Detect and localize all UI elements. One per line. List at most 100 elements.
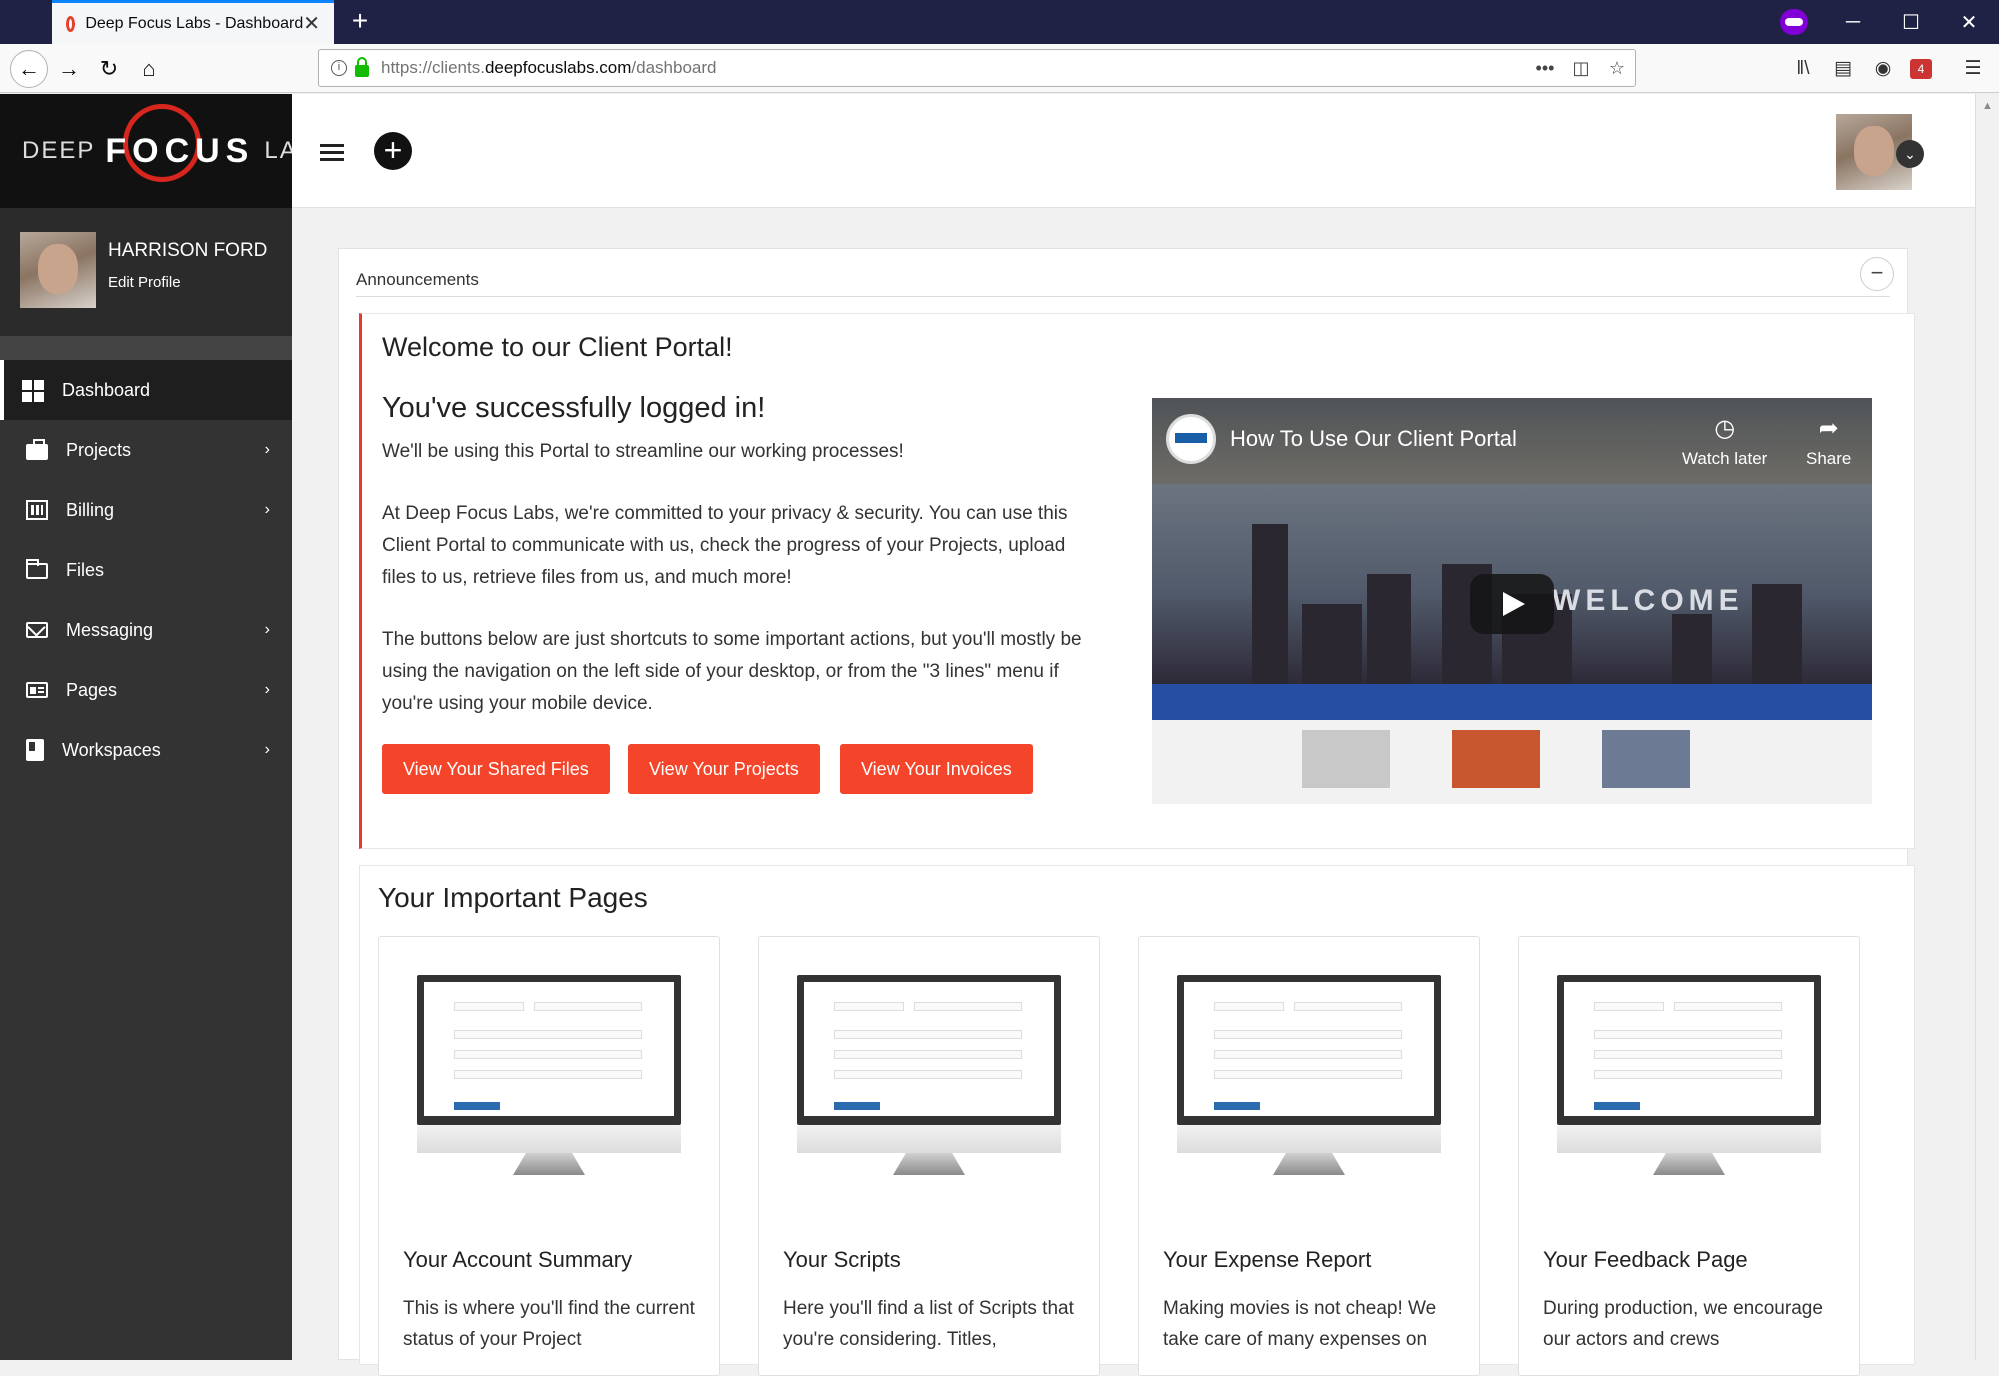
sidebar-item-billing[interactable]: Billing › xyxy=(0,480,292,540)
share-label: Share xyxy=(1806,449,1852,468)
avatar[interactable] xyxy=(20,232,96,308)
brand-logo[interactable]: DEEP FOCUS LABS xyxy=(0,94,332,208)
sidebar-item-label: Billing xyxy=(66,499,115,520)
maximize-button[interactable]: ☐ xyxy=(1883,0,1939,44)
brand-deep: DEEP xyxy=(22,137,96,164)
sidebar-item-files[interactable]: Files xyxy=(0,540,292,600)
video-welcome-text: WELCOME xyxy=(1552,584,1744,617)
view-shared-files-button[interactable]: View Your Shared Files xyxy=(382,744,610,794)
video-thumbnails-row xyxy=(1152,720,1872,804)
page-card-title[interactable]: Your Scripts xyxy=(783,1247,901,1273)
video-bluebar xyxy=(1152,684,1872,720)
sidebar-item-projects[interactable]: Projects › xyxy=(0,420,292,480)
minimize-button[interactable]: ─ xyxy=(1825,0,1881,44)
briefcase-icon xyxy=(26,439,48,460)
url-domain: deepfocuslabs.com xyxy=(484,58,632,77)
new-tab-button[interactable]: + xyxy=(344,6,376,38)
folder-icon xyxy=(26,559,48,579)
sidebar-divider xyxy=(0,336,292,360)
profile-name: HARRISON FORD xyxy=(108,240,268,261)
announcements-card: Announcements − Welcome to our Client Po… xyxy=(338,248,1915,1376)
chevron-down-icon[interactable]: ⌄ xyxy=(1896,140,1924,168)
sidebar-item-pages[interactable]: Pages › xyxy=(0,660,292,720)
page-card-scripts[interactable]: Your Scripts Here you'll find a list of … xyxy=(758,936,1100,1376)
url-text[interactable]: https://clients.deepfocuslabs.com/dashbo… xyxy=(381,58,1527,78)
view-invoices-button[interactable]: View Your Invoices xyxy=(840,744,1033,794)
building-icon xyxy=(26,500,48,520)
hamburger-menu-icon[interactable]: ☰ xyxy=(1960,56,1986,82)
addon-icon[interactable]: 4 xyxy=(1910,59,1932,79)
library-icon[interactable]: ‖\ xyxy=(1790,56,1816,82)
page-actions-icon[interactable]: ••• xyxy=(1527,58,1563,79)
sidebar-item-label: Projects xyxy=(66,439,132,460)
addon-badge: 4 xyxy=(1917,62,1925,76)
bookmark-star-icon[interactable]: ☆ xyxy=(1599,58,1635,79)
lock-icon xyxy=(355,57,369,77)
announcement-paragraph: We'll be using this Portal to streamline… xyxy=(382,441,904,462)
profile-panel: HARRISON FORD Edit Profile xyxy=(0,208,292,336)
menu-toggle-icon[interactable] xyxy=(320,144,344,162)
browser-tab-bar: Deep Focus Labs - Dashboard ✕ + ─ ☐ ✕ xyxy=(0,0,1999,44)
video-player[interactable]: WELCOME How To Use Our Client Portal ◷ Wa… xyxy=(1152,398,1872,804)
important-pages-section: Your Important Pages Your Account Summar… xyxy=(359,865,1915,1376)
scroll-up-icon[interactable]: ▲ xyxy=(1982,100,1993,112)
monitor-icon xyxy=(1177,975,1441,1175)
video-title[interactable]: How To Use Our Client Portal xyxy=(1230,426,1517,452)
pocket-icon[interactable]: ◫ xyxy=(1563,58,1599,79)
page-card-desc: During production, we encourage our acto… xyxy=(1543,1298,1823,1350)
collapse-button[interactable]: − xyxy=(1860,257,1894,291)
page-card-feedback[interactable]: Your Feedback Page During production, we… xyxy=(1518,936,1860,1376)
chevron-right-icon: › xyxy=(264,741,270,758)
sidebar-item-messaging[interactable]: Messaging › xyxy=(0,600,292,660)
tab-title: Deep Focus Labs - Dashboard xyxy=(85,14,304,32)
site-info-icon[interactable]: i xyxy=(331,60,347,76)
envelope-icon xyxy=(26,622,48,638)
page-card-account-summary[interactable]: Your Account Summary This is where you'l… xyxy=(378,936,720,1376)
back-arrow-icon[interactable]: ← xyxy=(10,50,48,88)
share-button[interactable]: ➦ Share xyxy=(1806,414,1851,469)
tab-close-icon[interactable]: ✕ xyxy=(303,11,320,36)
announcement-paragraph: The buttons below are just shortcuts to … xyxy=(382,629,1082,714)
sidebar: DEEP FOCUS LABS HARRISON FORD Edit Profi… xyxy=(0,94,332,1360)
page-card-title[interactable]: Your Feedback Page xyxy=(1543,1247,1748,1273)
page-card-title[interactable]: Your Expense Report xyxy=(1163,1247,1371,1273)
close-window-button[interactable]: ✕ xyxy=(1941,0,1997,44)
url-path: /dashboard xyxy=(631,58,717,77)
sidebar-item-label: Pages xyxy=(66,679,118,700)
announcement-box: Welcome to our Client Portal! You've suc… xyxy=(359,313,1915,849)
login-subtitle: You've successfully logged in! xyxy=(382,392,766,424)
account-icon[interactable]: ◉ xyxy=(1870,56,1896,82)
add-new-button[interactable]: + xyxy=(374,132,412,170)
edit-profile-link[interactable]: Edit Profile xyxy=(108,274,267,291)
chevron-right-icon: › xyxy=(264,441,270,458)
browser-tab[interactable]: Deep Focus Labs - Dashboard ✕ xyxy=(52,0,334,44)
sidebar-item-workspaces[interactable]: Workspaces › xyxy=(0,720,292,780)
forward-arrow-icon[interactable]: → xyxy=(52,52,86,86)
brand-focus: FOCUS xyxy=(105,103,254,182)
chevron-right-icon: › xyxy=(264,681,270,698)
browser-nav-bar: ← → ↻ ⌂ i https://clients.deepfocuslabs.… xyxy=(0,44,1999,93)
channel-logo[interactable] xyxy=(1166,414,1216,464)
chevron-right-icon: › xyxy=(264,501,270,518)
view-projects-button[interactable]: View Your Projects xyxy=(628,744,820,794)
workspace-icon xyxy=(26,739,44,761)
page-card-expense-report[interactable]: Your Expense Report Making movies is not… xyxy=(1138,936,1480,1376)
watch-later-button[interactable]: ◷ Watch later xyxy=(1682,414,1767,469)
sidebar-toggle-icon[interactable]: ▤ xyxy=(1830,56,1856,82)
chevron-right-icon: › xyxy=(264,621,270,638)
page-scrollbar[interactable]: ▲ xyxy=(1975,94,1999,1360)
reload-icon[interactable]: ↻ xyxy=(92,52,126,86)
play-button[interactable] xyxy=(1470,574,1554,634)
announcement-paragraph: At Deep Focus Labs, we're committed to y… xyxy=(382,503,1068,588)
page-card-title[interactable]: Your Account Summary xyxy=(403,1247,632,1273)
dashboard-icon xyxy=(22,380,44,402)
sidebar-item-label: Dashboard xyxy=(62,379,151,400)
monitor-icon xyxy=(417,975,681,1175)
newspaper-icon xyxy=(26,682,48,698)
home-icon[interactable]: ⌂ xyxy=(132,52,166,86)
video-header: How To Use Our Client Portal ◷ Watch late… xyxy=(1152,398,1872,484)
url-bar[interactable]: i https://clients.deepfocuslabs.com/dash… xyxy=(318,49,1636,87)
welcome-title: Welcome to our Client Portal! xyxy=(382,332,733,362)
sidebar-item-dashboard[interactable]: Dashboard xyxy=(0,360,292,420)
site-favicon-icon xyxy=(66,15,76,32)
